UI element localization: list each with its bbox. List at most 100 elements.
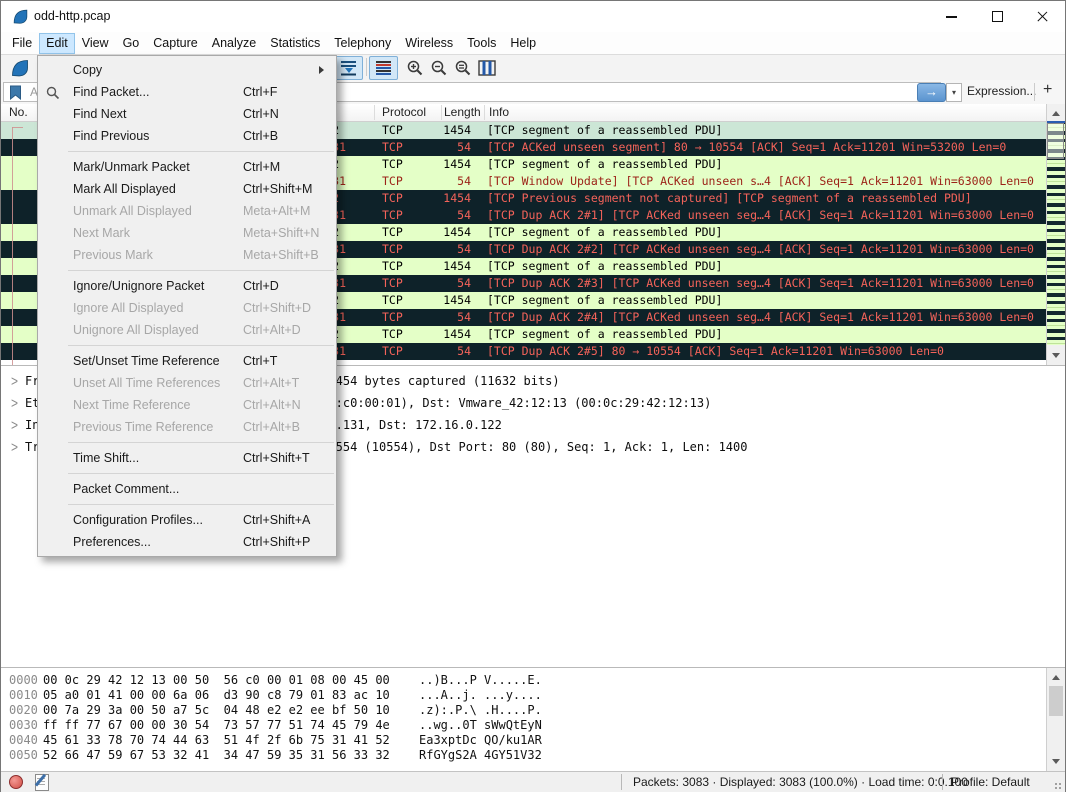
profile-label[interactable]: Profile: Default	[951, 775, 1030, 789]
wireshark-logo-icon	[12, 8, 29, 30]
scrollbar-thumb[interactable]	[1047, 123, 1064, 159]
cell-info: [TCP Previous segment not captured] [TCP…	[487, 190, 972, 207]
cell-info: [TCP Window Update] [TCP ACKed unseen s……	[487, 173, 1034, 190]
auto-scroll-button[interactable]	[334, 56, 363, 80]
cell-length: 54	[401, 343, 471, 360]
hex-scroll-up-arrow[interactable]	[1047, 669, 1065, 686]
cell-protocol: TCP	[382, 258, 403, 275]
menu-item-time-shift[interactable]: Time Shift...Ctrl+Shift+T	[38, 447, 336, 469]
menu-item-unset-all-time-references[interactable]: Unset All Time ReferencesCtrl+Alt+T	[38, 372, 336, 394]
menu-item-find-next[interactable]: Find NextCtrl+N	[38, 103, 336, 125]
menu-item-ignore-all-displayed[interactable]: Ignore All DisplayedCtrl+Shift+D	[38, 297, 336, 319]
menubar-item-wireless[interactable]: Wireless	[398, 33, 460, 54]
menu-item-label: Mark/Unmark Packet	[73, 156, 190, 178]
cell-protocol: TCP	[382, 241, 403, 258]
bookmark-icon[interactable]	[9, 85, 22, 105]
menu-item-ignore-unignore-packet[interactable]: Ignore/Unignore PacketCtrl+D	[38, 275, 336, 297]
scroll-down-arrow[interactable]	[1047, 347, 1065, 364]
capture-comment-icon[interactable]	[35, 774, 49, 791]
wireshark-fin-toolbar-icon[interactable]	[5, 56, 34, 80]
menu-item-shortcut: Ctrl+M	[243, 156, 280, 178]
hex-offset: 0020	[9, 703, 38, 718]
hex-offset: 0040	[9, 733, 38, 748]
hex-row[interactable]: 001005 a0 01 41 00 00 6a 06 d3 90 c8 79 …	[1, 688, 1065, 703]
menu-item-shortcut: Ctrl+Shift+T	[243, 447, 310, 469]
maximize-button[interactable]	[974, 1, 1020, 31]
column-no[interactable]: No.	[9, 105, 28, 119]
resize-columns-button[interactable]	[472, 56, 501, 80]
menu-item-preferences[interactable]: Preferences... Ctrl+Shift+P	[38, 531, 336, 553]
menubar-item-view[interactable]: View	[75, 33, 116, 54]
cell-info: [TCP Dup ACK 2#3] [TCP ACKed unseen seg……	[487, 275, 1034, 292]
menubar-item-telephony[interactable]: Telephony	[327, 33, 398, 54]
cell-length: 1454	[401, 122, 471, 139]
colorize-button[interactable]	[369, 56, 398, 80]
hex-row[interactable]: 005052 66 47 59 67 53 32 41 34 47 59 35 …	[1, 748, 1065, 763]
hex-ascii: RfGYgS2A 4GY51V32	[419, 748, 542, 763]
hex-scroll-down-arrow[interactable]	[1047, 753, 1065, 770]
menu-item-find-packet[interactable]: Find Packet...Ctrl+F	[38, 81, 336, 103]
menu-item-label: Next Mark	[73, 222, 130, 244]
menu-item-shortcut: Ctrl+Shift+P	[243, 531, 310, 553]
menu-item-previous-mark[interactable]: Previous MarkMeta+Shift+B	[38, 244, 336, 266]
menu-item-shortcut: Ctrl+N	[243, 103, 279, 125]
hex-offset: 0030	[9, 718, 38, 733]
menu-item-unmark-all-displayed[interactable]: Unmark All DisplayedMeta+Alt+M	[38, 200, 336, 222]
menu-item-next-time-reference[interactable]: Next Time ReferenceCtrl+Alt+N	[38, 394, 336, 416]
menu-item-label: Preferences...	[73, 531, 151, 553]
menu-item-packet-comment[interactable]: Packet Comment...	[38, 478, 336, 500]
menubar-item-edit[interactable]: Edit	[39, 33, 75, 54]
menu-item-previous-time-reference[interactable]: Previous Time ReferenceCtrl+Alt+B	[38, 416, 336, 438]
minimize-button[interactable]	[929, 1, 975, 31]
expression-button[interactable]: Expression...	[967, 84, 1036, 98]
menubar-item-go[interactable]: Go	[116, 33, 147, 54]
hex-row[interactable]: 004045 61 33 78 70 74 44 63 51 4f 2f 6b …	[1, 733, 1065, 748]
menu-item-next-mark[interactable]: Next MarkMeta+Shift+N	[38, 222, 336, 244]
menu-item-label: Set/Unset Time Reference	[73, 350, 220, 372]
cell-length: 1454	[401, 326, 471, 343]
packet-list-scrollbar[interactable]	[1046, 104, 1065, 365]
menubar-item-tools[interactable]: Tools	[460, 33, 503, 54]
filter-dropdown-caret[interactable]: ▾	[946, 83, 962, 102]
hex-ascii: .z):.P.\ .H....P.	[419, 703, 542, 718]
hex-row[interactable]: 000000 0c 29 42 12 13 00 50 56 c0 00 01 …	[1, 673, 1065, 688]
menu-separator	[68, 473, 334, 474]
menu-item-set-unset-time-reference[interactable]: Set/Unset Time ReferenceCtrl+T	[38, 350, 336, 372]
scroll-up-arrow[interactable]	[1047, 105, 1065, 122]
hex-row[interactable]: 0030ff ff 77 67 00 00 30 54 73 57 77 51 …	[1, 718, 1065, 733]
menu-item-shortcut: Meta+Shift+B	[243, 244, 319, 266]
title-bar: odd-http.pcap	[1, 1, 1065, 32]
menu-item-find-previous[interactable]: Find PreviousCtrl+B	[38, 125, 336, 147]
resize-columns-icon	[478, 60, 496, 76]
add-filter-button[interactable]: +	[1043, 81, 1052, 99]
hex-scrollbar[interactable]	[1046, 668, 1065, 771]
apply-filter-button[interactable]: →	[917, 83, 946, 102]
window-title: odd-http.pcap	[34, 9, 110, 23]
menu-item-configuration-profiles[interactable]: Configuration Profiles...Ctrl+Shift+A	[38, 509, 336, 531]
hex-bytes: 52 66 47 59 67 53 32 41 34 47 59 35 31 5…	[43, 748, 390, 763]
menu-item-mark-unmark-packet[interactable]: Mark/Unmark Packet Ctrl+M	[38, 156, 336, 178]
menu-item-copy[interactable]: Copy	[38, 59, 336, 81]
column-protocol[interactable]: Protocol	[382, 105, 426, 119]
menubar-item-help[interactable]: Help	[503, 33, 543, 54]
hex-scrollbar-thumb[interactable]	[1049, 686, 1063, 716]
related-packet-corner	[12, 127, 23, 128]
menu-item-mark-all-displayed[interactable]: Mark All DisplayedCtrl+Shift+M	[38, 178, 336, 200]
cell-protocol: TCP	[382, 156, 403, 173]
hex-ascii: ..)B...P V.....E.	[419, 673, 542, 688]
expert-info-icon[interactable]	[9, 775, 23, 789]
cell-protocol: TCP	[382, 207, 403, 224]
menu-item-unignore-all-displayed[interactable]: Unignore All DisplayedCtrl+Alt+D	[38, 319, 336, 341]
menubar-item-analyze[interactable]: Analyze	[205, 33, 263, 54]
hex-row[interactable]: 002000 7a 29 3a 00 50 a7 5c 04 48 e2 e2 …	[1, 703, 1065, 718]
cell-length: 54	[401, 139, 471, 156]
menubar-item-file[interactable]: File	[5, 33, 39, 54]
column-length[interactable]: Length	[444, 105, 481, 119]
close-button[interactable]	[1019, 1, 1065, 31]
menubar-item-statistics[interactable]: Statistics	[263, 33, 327, 54]
cell-info: [TCP segment of a reassembled PDU]	[487, 326, 722, 343]
column-info[interactable]: Info	[489, 105, 509, 119]
resize-grip[interactable]	[1054, 782, 1062, 790]
cell-protocol: TCP	[382, 173, 403, 190]
menubar-item-capture[interactable]: Capture	[146, 33, 204, 54]
